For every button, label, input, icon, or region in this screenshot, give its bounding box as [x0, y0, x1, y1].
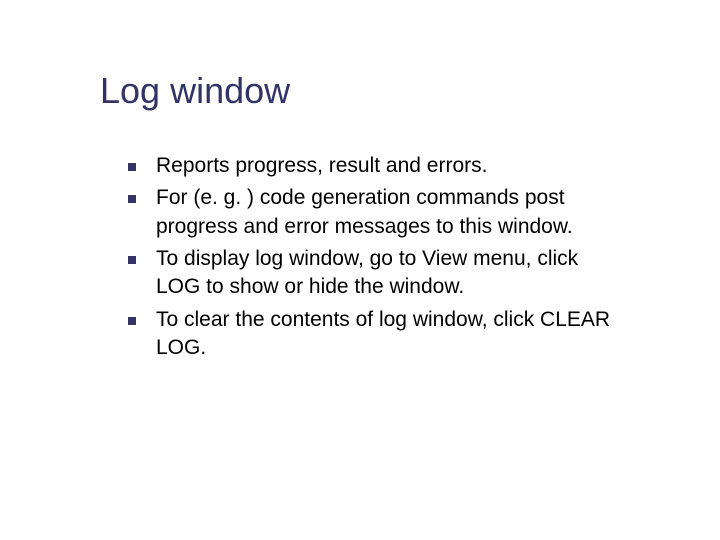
bullet-text: To clear the contents of log window, cli… [156, 308, 610, 359]
bullet-text: For (e. g. ) code generation commands po… [156, 186, 573, 237]
list-item: To clear the contents of log window, cli… [128, 306, 620, 363]
list-item: For (e. g. ) code generation commands po… [128, 184, 620, 241]
square-bullet-icon [128, 163, 136, 171]
square-bullet-icon [128, 317, 136, 325]
bullet-text: Reports progress, result and errors. [156, 154, 487, 177]
list-item: To display log window, go to View menu, … [128, 245, 620, 302]
slide-title: Log window [100, 70, 620, 112]
slide-container: Log window Reports progress, result and … [0, 0, 720, 362]
square-bullet-icon [128, 195, 136, 203]
bullet-list: Reports progress, result and errors. For… [100, 152, 620, 362]
square-bullet-icon [128, 256, 136, 264]
bullet-text: To display log window, go to View menu, … [156, 247, 578, 298]
list-item: Reports progress, result and errors. [128, 152, 620, 180]
